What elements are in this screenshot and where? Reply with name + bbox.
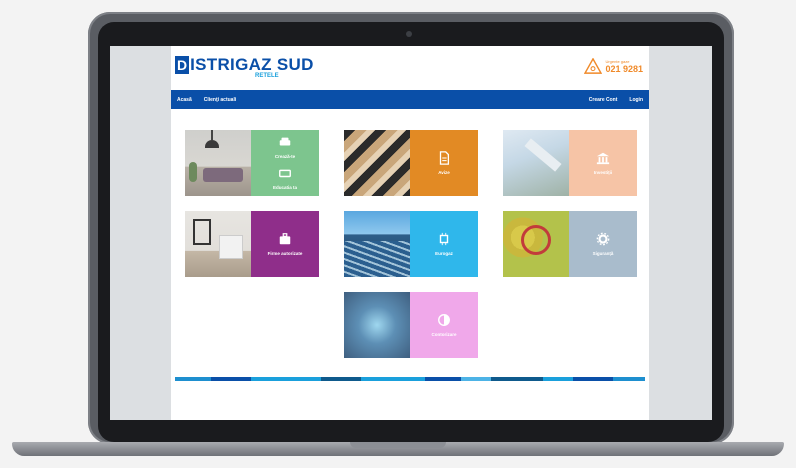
tile-label-avize: Avize	[438, 169, 450, 175]
tile-photo-blocks	[344, 130, 410, 196]
decorative-color-bar	[175, 377, 645, 381]
warning-flame-icon	[584, 58, 603, 74]
document-icon	[439, 150, 450, 165]
tile-photo-interior	[185, 211, 251, 277]
chip-icon	[439, 232, 449, 245]
couch-icon	[279, 169, 291, 178]
website: D ISTRIGAZ SUD RETELE Urgente gaze 021 9…	[171, 46, 649, 420]
logo-mark: D	[175, 56, 190, 74]
tile-panel-firme: Firme autorizate	[251, 211, 319, 277]
tile-label-create: Crează-te	[274, 154, 296, 159]
tile-label-siguranta: Siguranță	[592, 250, 614, 256]
tile-contorizare[interactable]: Contorizare	[344, 292, 478, 358]
nav-home[interactable]: Acasă	[177, 97, 192, 103]
laptop-screen: D ISTRIGAZ SUD RETELE Urgente gaze 021 9…	[110, 46, 712, 420]
tile-photo-solar	[344, 211, 410, 277]
tile-education[interactable]: Crează-te Educatia ta	[185, 130, 319, 196]
logo-wordmark: ISTRIGAZ SUD	[190, 55, 314, 74]
tile-label-investitii: Investiții	[593, 169, 613, 175]
laptop-notch	[350, 442, 446, 448]
tile-firme-autorizate[interactable]: Firme autorizate	[185, 211, 319, 277]
tile-label-contorizare: Contorizare	[431, 331, 457, 337]
tile-panel-education: Crează-te Educatia ta	[251, 130, 319, 196]
tile-label-firme: Firme autorizate	[267, 250, 303, 256]
emergency-number: 021 9281	[605, 63, 643, 74]
tile-siguranta[interactable]: Siguranță	[503, 211, 637, 277]
camera-icon	[406, 31, 412, 37]
gear-icon	[596, 232, 610, 245]
tile-photo-livingroom	[185, 130, 251, 196]
nav-current-clients[interactable]: Clienţi actuali	[204, 97, 237, 103]
tile-label-eurogaz: Eurogaz	[435, 250, 453, 256]
contrast-icon	[438, 313, 450, 326]
sofa-icon	[279, 137, 291, 146]
tile-panel-eurogaz: Eurogaz	[410, 211, 478, 277]
tile-panel-siguranta: Siguranță	[569, 211, 637, 277]
tile-avize[interactable]: Avize	[344, 130, 478, 196]
brand-logo[interactable]: D ISTRIGAZ SUD RETELE	[175, 56, 314, 80]
tile-photo-stickers	[503, 211, 569, 277]
bank-icon	[596, 152, 610, 164]
logo-subtitle: RETELE	[255, 73, 279, 79]
tile-photo-pipeline	[503, 130, 569, 196]
nav-login[interactable]: Login	[629, 97, 643, 103]
tile-panel-contorizare: Contorizare	[410, 292, 478, 358]
briefcase-icon	[279, 232, 291, 244]
tile-panel-investitii: Investiții	[569, 130, 637, 196]
tile-eurogaz[interactable]: Eurogaz	[344, 211, 478, 277]
emergency-contact[interactable]: Urgente gaze 021 9281	[584, 58, 643, 74]
tile-investitii[interactable]: Investiții	[503, 130, 637, 196]
tile-panel-avize: Avize	[410, 130, 478, 196]
main-navbar: Acasă Clienţi actuali Creare Cont Login	[171, 90, 649, 109]
tile-label-education: Educatia ta	[272, 185, 297, 190]
nav-create-account[interactable]: Creare Cont	[589, 97, 618, 103]
tile-photo-fiber	[344, 292, 410, 358]
